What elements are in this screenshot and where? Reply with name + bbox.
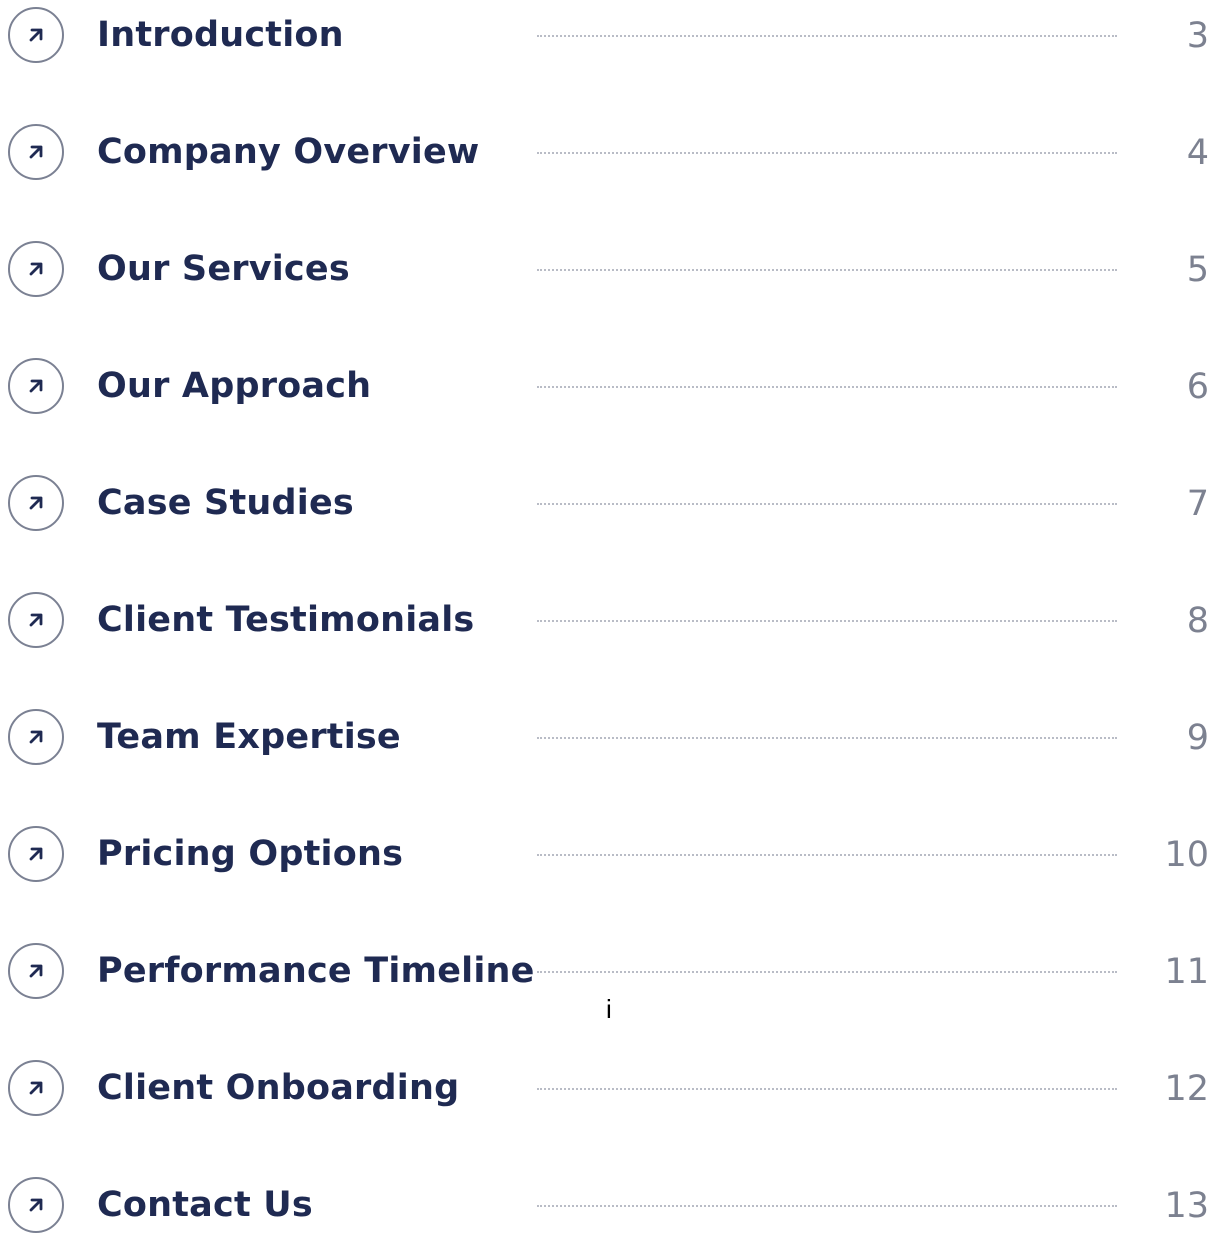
toc-entry-page-number: 6 xyxy=(1186,367,1209,407)
toc-entry-our-services[interactable]: Our Services 5 xyxy=(0,234,1219,304)
dotted-leader xyxy=(537,152,1117,154)
toc-entry-introduction[interactable]: Introduction 3 xyxy=(0,0,1219,70)
toc-entry-company-overview[interactable]: Company Overview 4 xyxy=(0,117,1219,187)
toc-entry-title[interactable]: Pricing Options xyxy=(97,830,403,878)
toc-entry-title[interactable]: Company Overview xyxy=(97,128,479,176)
dotted-leader xyxy=(537,854,1117,856)
dotted-leader xyxy=(537,737,1117,739)
toc-entry-title[interactable]: Team Expertise xyxy=(97,713,401,761)
arrow-up-right-icon[interactable] xyxy=(8,1177,64,1233)
toc-entry-page-number: 10 xyxy=(1164,835,1209,875)
toc-entry-pricing-options[interactable]: Pricing Options 10 xyxy=(0,819,1219,889)
toc-entry-contact-us[interactable]: Contact Us 13 xyxy=(0,1170,1219,1240)
dotted-leader xyxy=(537,1205,1117,1207)
toc-entry-page-number: 8 xyxy=(1186,601,1209,641)
toc-entry-client-onboarding[interactable]: Client Onboarding 12 xyxy=(0,1053,1219,1123)
arrow-up-right-icon[interactable] xyxy=(8,124,64,180)
toc-entry-page-number: 3 xyxy=(1186,16,1209,56)
arrow-up-right-icon[interactable] xyxy=(8,943,64,999)
arrow-up-right-icon[interactable] xyxy=(8,826,64,882)
arrow-up-right-icon[interactable] xyxy=(8,241,64,297)
arrow-up-right-icon[interactable] xyxy=(8,1060,64,1116)
dotted-leader xyxy=(537,971,1117,973)
toc-entry-title[interactable]: Introduction xyxy=(97,11,344,59)
arrow-up-right-icon[interactable] xyxy=(8,7,64,63)
toc-entry-page-number: 9 xyxy=(1186,718,1209,758)
arrow-up-right-icon[interactable] xyxy=(8,709,64,765)
toc-entry-title[interactable]: Client Onboarding xyxy=(97,1064,459,1112)
toc-entry-title[interactable]: Client Testimonials xyxy=(97,596,474,644)
toc-entry-page-number: 13 xyxy=(1164,1186,1209,1226)
toc-entry-title[interactable]: Performance Timeline xyxy=(97,947,535,995)
toc-entry-our-approach[interactable]: Our Approach 6 xyxy=(0,351,1219,421)
toc-entry-case-studies[interactable]: Case Studies 7 xyxy=(0,468,1219,538)
toc-entry-page-number: 11 xyxy=(1164,952,1209,992)
toc-entry-title[interactable]: Case Studies xyxy=(97,479,354,527)
dotted-leader xyxy=(537,35,1117,37)
dotted-leader xyxy=(537,269,1117,271)
dotted-leader xyxy=(537,386,1117,388)
dotted-leader xyxy=(537,620,1117,622)
dotted-leader xyxy=(537,503,1117,505)
toc-entry-page-number: 4 xyxy=(1186,133,1209,173)
toc-entry-team-expertise[interactable]: Team Expertise 9 xyxy=(0,702,1219,772)
table-of-contents: Introduction 3 Company Overview 4 Our Se… xyxy=(0,0,1219,1233)
arrow-up-right-icon[interactable] xyxy=(8,592,64,648)
toc-entry-title[interactable]: Our Services xyxy=(97,245,350,293)
toc-entry-title[interactable]: Our Approach xyxy=(97,362,371,410)
dotted-leader xyxy=(537,1088,1117,1090)
toc-entry-title[interactable]: Contact Us xyxy=(97,1181,313,1229)
toc-entry-client-testimonials[interactable]: Client Testimonials 8 xyxy=(0,585,1219,655)
arrow-up-right-icon[interactable] xyxy=(8,358,64,414)
arrow-up-right-icon[interactable] xyxy=(8,475,64,531)
toc-entry-page-number: 7 xyxy=(1186,484,1209,524)
stray-character: i xyxy=(606,994,612,1024)
toc-entry-page-number: 12 xyxy=(1164,1069,1209,1109)
toc-entry-page-number: 5 xyxy=(1186,250,1209,290)
